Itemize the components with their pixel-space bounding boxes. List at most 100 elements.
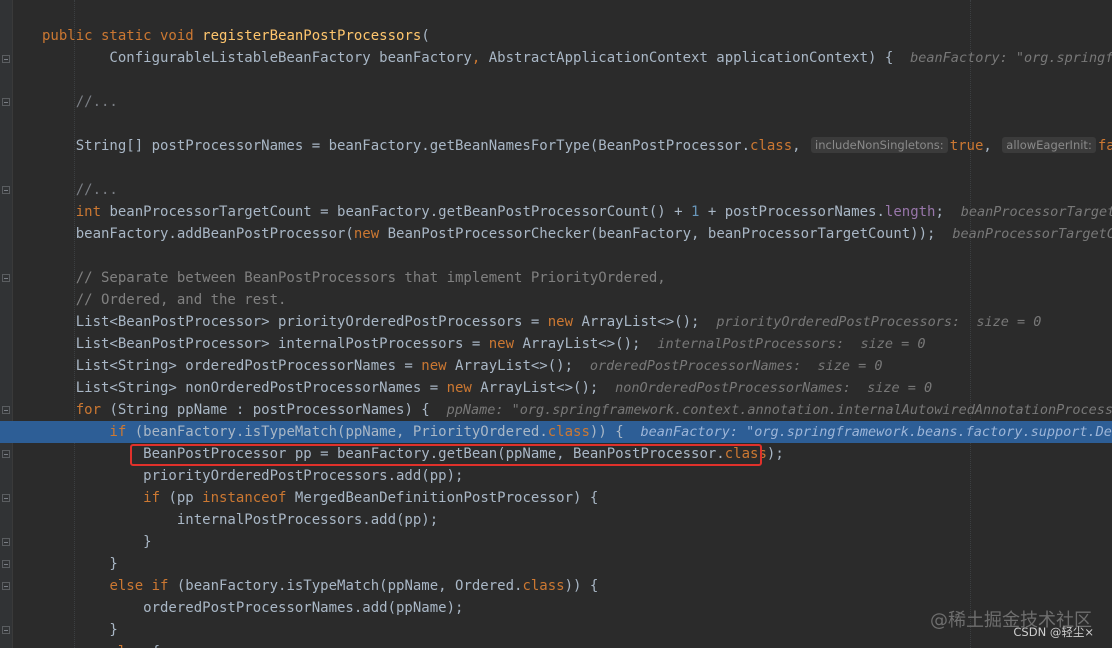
code-line[interactable]: ConfigurableListableBeanFactory beanFact… bbox=[0, 47, 1112, 69]
code-token: length bbox=[884, 204, 936, 220]
code-token: (beanFactory.isTypeMatch(ppName, Ordered… bbox=[176, 578, 523, 594]
code-line[interactable]: // Ordered, and the rest. bbox=[0, 289, 1112, 311]
code-token: List<BeanPostProcessor> internalPostProc… bbox=[42, 336, 489, 352]
code-line[interactable] bbox=[0, 157, 1112, 179]
code-line[interactable]: if (pp instanceof MergedBeanDefinitionPo… bbox=[0, 487, 1112, 509]
code-token: orderedPostProcessorNames.add(ppName); bbox=[42, 600, 464, 616]
code-text: public static void registerBeanPostProce… bbox=[42, 25, 430, 47]
code-token: false bbox=[1097, 138, 1112, 154]
code-text: // Ordered, and the rest. bbox=[42, 289, 287, 311]
code-line[interactable]: List<BeanPostProcessor> internalPostProc… bbox=[0, 333, 1112, 355]
code-token: //... bbox=[42, 94, 118, 110]
code-line[interactable]: else { bbox=[0, 641, 1112, 648]
code-line[interactable]: for (String ppName : postProcessorNames)… bbox=[0, 399, 1112, 421]
code-token: int bbox=[75, 204, 110, 220]
code-token: new bbox=[421, 358, 456, 374]
code-token: , bbox=[471, 50, 489, 66]
code-token: String[] postProcessorNames = beanFactor… bbox=[42, 138, 751, 154]
debug-inline-value: beanProcessorTargetCount: bbox=[952, 226, 1112, 242]
code-text: List<String> nonOrderedPostProcessorName… bbox=[42, 377, 932, 399]
code-line[interactable]: String[] postProcessorNames = beanFactor… bbox=[0, 135, 1112, 157]
code-line[interactable]: //... bbox=[0, 179, 1112, 201]
code-line[interactable]: //... bbox=[0, 91, 1112, 113]
code-text: } bbox=[42, 553, 118, 575]
code-line[interactable]: List<String> orderedPostProcessorNames =… bbox=[0, 355, 1112, 377]
code-lines: public static void registerBeanPostProce… bbox=[0, 25, 1112, 648]
code-line[interactable] bbox=[0, 245, 1112, 267]
code-line[interactable]: priorityOrderedPostProcessors.add(pp); bbox=[0, 465, 1112, 487]
code-token: AbstractApplicationContext applicationCo… bbox=[488, 50, 911, 66]
code-text: List<BeanPostProcessor> priorityOrderedP… bbox=[42, 311, 1042, 333]
code-line[interactable]: beanFactory.addBeanPostProcessor(new Bea… bbox=[0, 223, 1112, 245]
code-text: ConfigurableListableBeanFactory beanFact… bbox=[42, 47, 1112, 69]
code-token: + postProcessorNames. bbox=[699, 204, 885, 220]
code-token: class bbox=[547, 424, 590, 440]
debug-inline-value: beanProcessorTargetCount bbox=[960, 204, 1112, 220]
code-token: ArrayList<>(); bbox=[455, 358, 590, 374]
debug-inline-value: ppName: "org.springframework.context.ann… bbox=[446, 402, 1112, 418]
code-token: new bbox=[353, 226, 388, 242]
code-line[interactable]: } bbox=[0, 531, 1112, 553]
code-token: ( bbox=[421, 28, 430, 44]
code-text: if (pp instanceof MergedBeanDefinitionPo… bbox=[42, 487, 598, 509]
code-line[interactable]: // Separate between BeanPostProcessors t… bbox=[0, 267, 1112, 289]
code-text: if (beanFactory.isTypeMatch(ppName, Prio… bbox=[42, 421, 1112, 443]
debug-inline-value: beanFactory: "org.springframework bbox=[910, 50, 1112, 66]
code-text: for (String ppName : postProcessorNames)… bbox=[42, 399, 1112, 421]
code-line[interactable]: List<String> nonOrderedPostProcessorName… bbox=[0, 377, 1112, 399]
debug-inline-value: orderedPostProcessorNames: size = 0 bbox=[589, 358, 883, 374]
code-token: public static void bbox=[42, 28, 203, 44]
code-token: //... bbox=[42, 182, 118, 198]
code-token: )) { bbox=[564, 578, 599, 594]
code-token: if bbox=[143, 490, 169, 506]
code-token: List<String> nonOrderedPostProcessorName… bbox=[42, 380, 447, 396]
code-text: //... bbox=[42, 179, 118, 201]
code-token: if bbox=[109, 424, 135, 440]
code-token: registerBeanPostProcessors bbox=[202, 28, 422, 44]
code-text: int beanProcessorTargetCount = beanFacto… bbox=[42, 201, 1112, 223]
parameter-hint: includeNonSingletons: bbox=[811, 137, 948, 153]
code-line[interactable]: else if (beanFactory.isTypeMatch(ppName,… bbox=[0, 575, 1112, 597]
code-token: ArrayList<>(); bbox=[581, 314, 717, 330]
code-text: else { bbox=[42, 641, 160, 648]
code-token: else if bbox=[109, 578, 177, 594]
code-token: for bbox=[75, 402, 110, 418]
code-token: } bbox=[42, 556, 118, 572]
code-token: ); bbox=[766, 446, 784, 462]
code-token: // Separate between BeanPostProcessors t… bbox=[42, 270, 666, 286]
code-token: List<String> orderedPostProcessorNames = bbox=[42, 358, 422, 374]
code-token: ; bbox=[935, 204, 961, 220]
code-token: beanFactory.addBeanPostProcessor( bbox=[42, 226, 354, 242]
code-line[interactable]: int beanProcessorTargetCount = beanFacto… bbox=[0, 201, 1112, 223]
code-line[interactable]: public static void registerBeanPostProce… bbox=[0, 25, 1112, 47]
debug-inline-value: nonOrderedPostProcessorNames: size = 0 bbox=[615, 380, 933, 396]
code-token: true bbox=[949, 138, 984, 154]
code-line[interactable]: List<BeanPostProcessor> priorityOrderedP… bbox=[0, 311, 1112, 333]
code-token: ArrayList<>(); bbox=[480, 380, 616, 396]
code-text: beanFactory.addBeanPostProcessor(new Bea… bbox=[42, 223, 1112, 245]
code-text: //... bbox=[42, 91, 118, 113]
code-line[interactable]: } bbox=[0, 553, 1112, 575]
code-token: class bbox=[522, 578, 565, 594]
code-token: )) { bbox=[589, 424, 641, 440]
code-text: priorityOrderedPostProcessors.add(pp); bbox=[42, 465, 463, 487]
code-line[interactable]: internalPostProcessors.add(pp); bbox=[0, 509, 1112, 531]
code-token: class bbox=[750, 138, 793, 154]
code-token: internalPostProcessors.add(pp); bbox=[42, 512, 439, 528]
code-line[interactable] bbox=[0, 113, 1112, 135]
parameter-hint: allowEagerInit: bbox=[1002, 137, 1096, 153]
code-text: String[] postProcessorNames = beanFactor… bbox=[42, 135, 1112, 157]
code-text: internalPostProcessors.add(pp); bbox=[42, 509, 438, 531]
code-token: BeanPostProcessorChecker(beanFactory, be… bbox=[387, 226, 953, 242]
code-token: (beanFactory.isTypeMatch(ppName, Priorit… bbox=[134, 424, 548, 440]
code-token: beanProcessorTargetCount = beanFactory.g… bbox=[109, 204, 692, 220]
code-token: instanceof bbox=[202, 490, 295, 506]
code-line[interactable] bbox=[0, 69, 1112, 91]
code-token: (pp bbox=[168, 490, 203, 506]
code-line-current[interactable]: if (beanFactory.isTypeMatch(ppName, Prio… bbox=[0, 421, 1112, 443]
code-token: else bbox=[109, 644, 151, 648]
code-token: } bbox=[42, 622, 118, 638]
code-editor[interactable]: public static void registerBeanPostProce… bbox=[0, 0, 1112, 648]
